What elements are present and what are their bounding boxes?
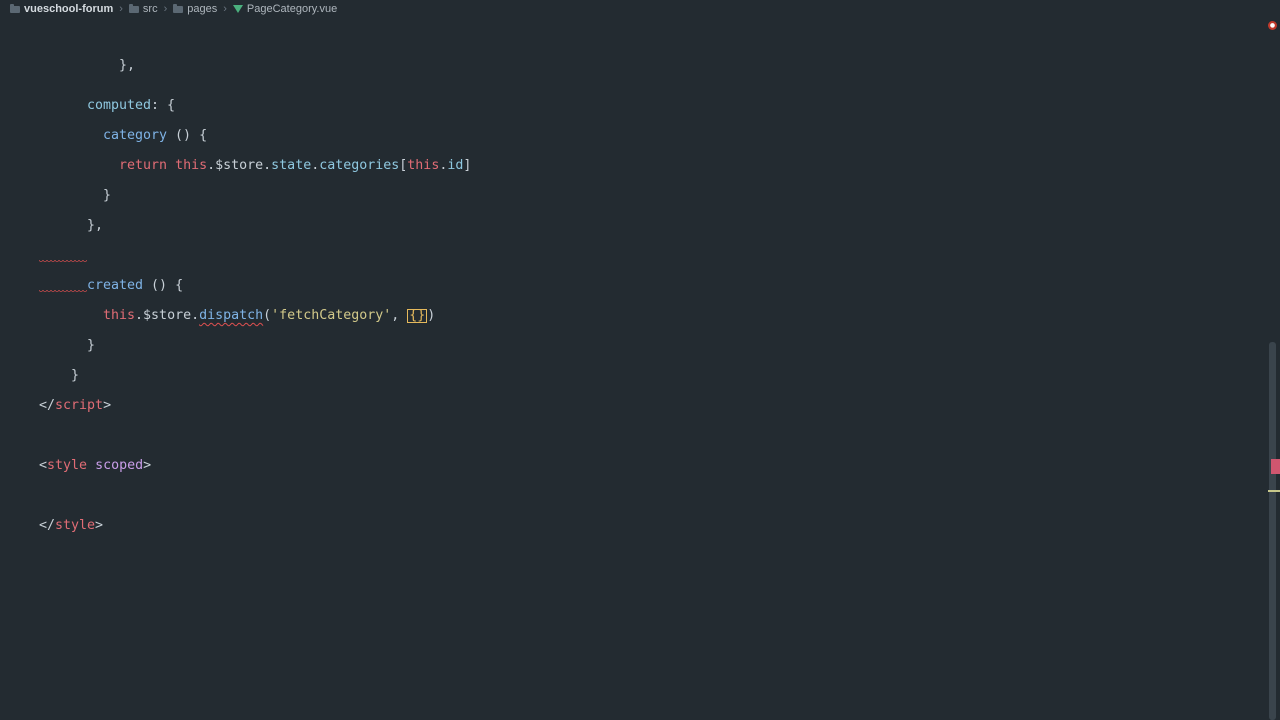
code-line: </script> [39, 398, 112, 413]
code-line: }, [87, 218, 104, 233]
code-line: category () { [103, 128, 208, 143]
code-line: </style> [39, 518, 104, 533]
code-line: } [71, 368, 80, 383]
code-line: <style scoped> [39, 458, 152, 473]
error-underline [39, 290, 87, 294]
code-editor[interactable]: }, computed: { category () { return this… [0, 0, 1260, 720]
cursor-position-marker [1268, 490, 1280, 492]
code-line: return this.$store.state.categories[this… [119, 158, 472, 173]
error-indicator-icon[interactable]: ● [1268, 21, 1277, 30]
code-line: this.$store.dispatch('fetchCategory', {}… [103, 308, 436, 323]
vertical-scrollbar[interactable] [1269, 342, 1276, 720]
code-line: created () { [87, 278, 184, 293]
code-line: } [103, 188, 112, 203]
error-marker [1271, 459, 1280, 474]
code-line: }, [119, 58, 136, 73]
error-underline [39, 260, 87, 264]
code-line: } [87, 338, 96, 353]
text-cursor[interactable]: {} [407, 309, 428, 323]
code-line: computed: { [87, 98, 176, 113]
